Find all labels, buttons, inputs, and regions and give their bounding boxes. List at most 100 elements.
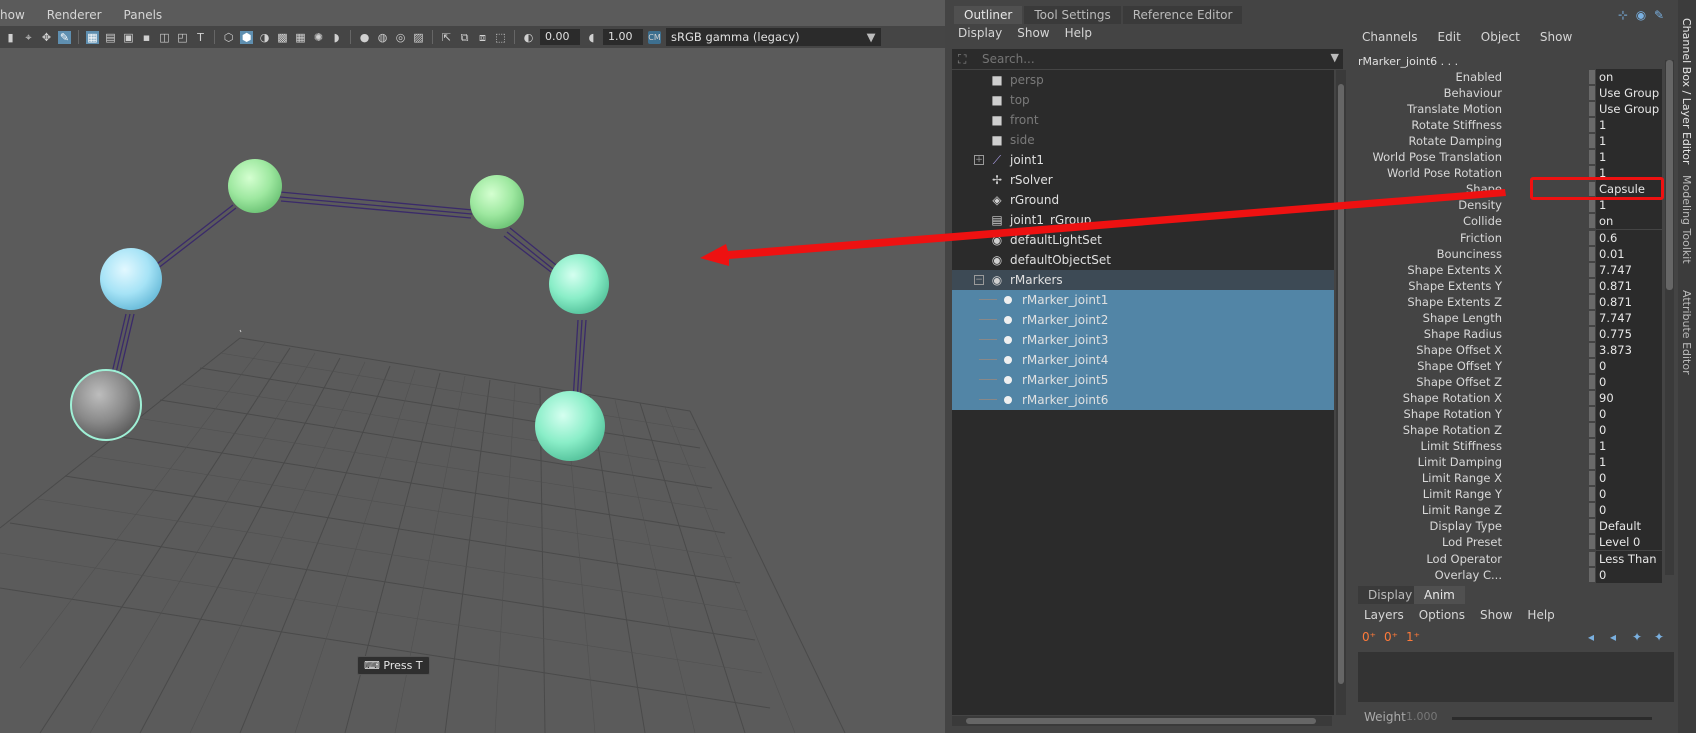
menu-show[interactable]: Show bbox=[1480, 608, 1512, 622]
channel-value-field[interactable]: on bbox=[1596, 213, 1662, 230]
channel-box-scrollbar[interactable] bbox=[1665, 60, 1674, 575]
channel-label[interactable]: Shape Offset X bbox=[1416, 342, 1502, 358]
selected-object-name[interactable]: rMarker_joint6 . . . bbox=[1358, 55, 1458, 68]
list-item[interactable]: ■ top bbox=[952, 90, 1334, 110]
channel-row[interactable]: Limit Range Z 0 bbox=[1352, 502, 1662, 519]
channel-value-field[interactable]: 0 bbox=[1596, 502, 1662, 519]
collapse-icon[interactable]: − bbox=[974, 275, 984, 285]
channel-row[interactable]: Shape Extents X 7.747 bbox=[1352, 261, 1662, 278]
list-item[interactable]: rMarker_joint5 bbox=[952, 370, 1334, 390]
channel-value-field[interactable]: 0 bbox=[1596, 422, 1662, 439]
channel-value-field[interactable]: 1 bbox=[1596, 454, 1662, 471]
channel-row[interactable]: Shape Rotation Z 0 bbox=[1352, 422, 1662, 439]
channel-row[interactable]: Shape Offset X 3.873 bbox=[1352, 341, 1662, 358]
scroll-thumb[interactable] bbox=[1338, 84, 1344, 684]
scene-canvas[interactable] bbox=[0, 28, 945, 733]
channel-label[interactable]: Display Type bbox=[1430, 518, 1502, 534]
tab-reference-editor[interactable]: Reference Editor bbox=[1122, 6, 1243, 24]
channel-value-field[interactable]: Level 0 bbox=[1596, 534, 1662, 551]
channel-value-field[interactable]: 0 bbox=[1596, 566, 1662, 583]
channel-value-field[interactable]: 1 bbox=[1596, 117, 1662, 134]
list-item[interactable]: rMarker_joint3 bbox=[952, 330, 1334, 350]
channel-label[interactable]: Behaviour bbox=[1444, 85, 1502, 101]
menu-object[interactable]: Object bbox=[1481, 30, 1520, 44]
list-item[interactable]: rMarker_joint4 bbox=[952, 350, 1334, 370]
channel-label[interactable]: Shape Extents Z bbox=[1407, 294, 1502, 310]
channel-value-field[interactable]: 0.6 bbox=[1596, 229, 1662, 246]
channel-label[interactable]: Shape Extents Y bbox=[1408, 278, 1502, 294]
channel-row[interactable]: Shape Radius 0.775 bbox=[1352, 325, 1662, 342]
list-item[interactable]: ◉ defaultLightSet bbox=[952, 230, 1334, 250]
new-layer-selected-icon[interactable]: ✦ bbox=[1654, 630, 1664, 644]
channel-label[interactable]: Bounciness bbox=[1437, 246, 1502, 262]
list-item[interactable]: − ◉ rMarkers bbox=[952, 270, 1334, 290]
channel-value-field[interactable]: 0 bbox=[1596, 406, 1662, 423]
search-input[interactable] bbox=[982, 51, 1312, 67]
channel-label[interactable]: World Pose Translation bbox=[1372, 149, 1502, 165]
channel-row[interactable]: Lod Operator Less Than bbox=[1352, 550, 1662, 567]
channel-row[interactable]: Rotate Stiffness 1 bbox=[1352, 117, 1662, 134]
channel-value-field[interactable]: Use Group bbox=[1596, 85, 1662, 102]
channel-label[interactable]: Shape Rotation Z bbox=[1403, 422, 1502, 438]
channel-row[interactable]: Limit Stiffness 1 bbox=[1352, 438, 1662, 455]
channel-row[interactable]: Behaviour Use Group bbox=[1352, 85, 1662, 102]
channel-label[interactable]: Limit Stiffness bbox=[1421, 438, 1502, 454]
channel-row[interactable]: Shape Rotation X 90 bbox=[1352, 390, 1662, 406]
channel-value-field[interactable]: 0 bbox=[1596, 357, 1662, 374]
channel-label[interactable]: Shape Offset Z bbox=[1416, 374, 1502, 390]
channel-label[interactable]: Shape Offset Y bbox=[1417, 358, 1502, 374]
move-layer-down-icon[interactable]: ◂ bbox=[1610, 630, 1616, 644]
layer-list[interactable] bbox=[1358, 652, 1674, 702]
channel-row[interactable]: Rotate Damping 1 bbox=[1352, 133, 1662, 150]
menu-show[interactable]: how bbox=[0, 8, 25, 28]
viewport-panel[interactable]: how Renderer Panels ▮ ⌖ ✥ ✎ ▦ ▤ ▣ ▪ ◫ ◰ … bbox=[0, 0, 945, 733]
menu-show[interactable]: Show bbox=[1540, 30, 1572, 44]
channel-value-field[interactable]: 1 bbox=[1596, 133, 1662, 150]
scroll-thumb[interactable] bbox=[966, 718, 1316, 724]
tab-display[interactable]: Display bbox=[1358, 586, 1423, 604]
channel-value-field[interactable]: 0.775 bbox=[1596, 325, 1662, 342]
channel-label[interactable]: Density bbox=[1458, 197, 1502, 213]
channel-label[interactable]: Limit Range Y bbox=[1423, 486, 1502, 502]
list-item[interactable]: rMarker_joint6 bbox=[952, 390, 1334, 410]
list-item[interactable]: + ⟋ joint1 bbox=[952, 150, 1334, 170]
menu-panels[interactable]: Panels bbox=[124, 8, 163, 28]
tab-tool-settings[interactable]: Tool Settings bbox=[1024, 6, 1121, 24]
menu-display[interactable]: Display bbox=[958, 26, 1002, 40]
tab-channel-box-layer-editor[interactable]: Channel Box / Layer Editor bbox=[1680, 18, 1693, 165]
filter-icon[interactable]: ⛶ bbox=[958, 52, 972, 66]
channel-label[interactable]: Limit Range X bbox=[1422, 470, 1502, 486]
channel-value-field[interactable]: 0 bbox=[1596, 486, 1662, 503]
channel-box-icon[interactable]: ◉ bbox=[1634, 8, 1648, 22]
channel-row[interactable]: Limit Range X 0 bbox=[1352, 470, 1662, 487]
channel-row[interactable]: Lod Preset Level 0 bbox=[1352, 534, 1662, 551]
channel-label[interactable]: Lod Operator bbox=[1426, 551, 1502, 567]
channel-row[interactable]: Shape Offset Y 0 bbox=[1352, 357, 1662, 374]
list-item[interactable]: ▤ joint1_rGroup bbox=[952, 210, 1334, 230]
outliner-horizontal-scrollbar[interactable] bbox=[952, 716, 1332, 726]
marker-sphere-joint[interactable] bbox=[100, 248, 162, 310]
channel-label[interactable]: Shape Length bbox=[1423, 310, 1502, 326]
channel-row[interactable]: Shape Extents Z 0.871 bbox=[1352, 293, 1662, 310]
channel-value-field[interactable]: Use Group bbox=[1596, 101, 1662, 118]
channel-label[interactable]: Shape Rotation Y bbox=[1404, 406, 1502, 422]
channel-row[interactable]: Collide on bbox=[1352, 213, 1662, 230]
menu-renderer[interactable]: Renderer bbox=[47, 8, 102, 28]
scroll-thumb[interactable] bbox=[1666, 60, 1673, 290]
tab-anim[interactable]: Anim bbox=[1414, 586, 1465, 604]
channel-label[interactable]: Shape Radius bbox=[1424, 326, 1502, 342]
menu-edit[interactable]: Edit bbox=[1438, 30, 1461, 44]
channel-label[interactable]: Rotate Damping bbox=[1409, 133, 1503, 149]
list-item[interactable]: ◈ rGround bbox=[952, 190, 1334, 210]
zero-key-weighted-icon[interactable]: 0⁺ bbox=[1384, 630, 1398, 644]
channel-label[interactable]: Translate Motion bbox=[1407, 101, 1502, 117]
list-item[interactable]: ✢ rSolver bbox=[952, 170, 1334, 190]
tab-attribute-editor[interactable]: Attribute Editor bbox=[1680, 290, 1693, 375]
channel-value-field[interactable]: 7.747 bbox=[1596, 261, 1662, 278]
channel-row[interactable]: Translate Motion Use Group bbox=[1352, 101, 1662, 118]
list-item[interactable]: ■ side bbox=[952, 130, 1334, 150]
channel-row[interactable]: World Pose Translation 1 bbox=[1352, 149, 1662, 166]
channel-value-field[interactable]: 7.747 bbox=[1596, 309, 1662, 326]
outliner-vertical-scrollbar[interactable] bbox=[1336, 70, 1346, 715]
list-item[interactable]: rMarker_joint2 bbox=[952, 310, 1334, 330]
